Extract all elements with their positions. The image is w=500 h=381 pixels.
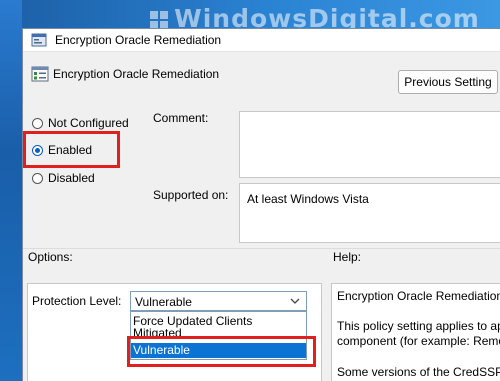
help-line: component (for example: Remo [337, 334, 500, 348]
protection-level-label: Protection Level: [32, 294, 122, 308]
policy-setting-icon [31, 66, 49, 82]
radio-unchecked-icon[interactable] [32, 172, 43, 184]
options-pane: Protection Level: Vulnerable Force Updat… [27, 283, 322, 381]
supported-on-box: At least Windows Vista [239, 183, 500, 243]
policy-icon [31, 33, 47, 47]
help-line: This policy setting applies to ap [337, 319, 500, 333]
desktop-background-left [0, 0, 22, 380]
options-label: Options: [28, 250, 73, 264]
supported-on-label: Supported on: [153, 188, 229, 202]
comment-label: Comment: [153, 111, 209, 125]
help-line: Encryption Oracle Remediation [337, 289, 500, 303]
supported-on-value: At least Windows Vista [247, 192, 369, 206]
radio-unchecked-icon[interactable] [32, 117, 43, 129]
policy-dialog: Encryption Oracle Remediation Encryption… [22, 28, 500, 381]
window-title: Encryption Oracle Remediation [55, 33, 222, 47]
help-pane: Encryption Oracle Remediation This polic… [331, 283, 500, 381]
radio-not-configured[interactable]: Not Configured [32, 116, 129, 130]
radio-disabled[interactable]: Disabled [32, 171, 95, 185]
enabled-highlight-box [23, 131, 120, 168]
help-line: Some versions of the CredSSP p [337, 365, 500, 379]
vulnerable-highlight-box [127, 336, 316, 367]
radio-disabled-label: Disabled [48, 171, 95, 185]
chevron-down-icon[interactable] [290, 296, 300, 306]
protection-level-select[interactable]: Vulnerable [130, 291, 307, 311]
protection-level-value: Vulnerable [135, 295, 192, 309]
section-divider [23, 248, 500, 249]
title-bar[interactable]: Encryption Oracle Remediation [23, 29, 500, 52]
comment-textarea[interactable] [239, 111, 500, 178]
setting-name: Encryption Oracle Remediation [53, 67, 220, 81]
help-label: Help: [333, 250, 362, 264]
previous-setting-button[interactable]: Previous Setting [398, 70, 498, 94]
radio-not-configured-label: Not Configured [48, 116, 129, 130]
windows-logo-icon [150, 11, 169, 29]
